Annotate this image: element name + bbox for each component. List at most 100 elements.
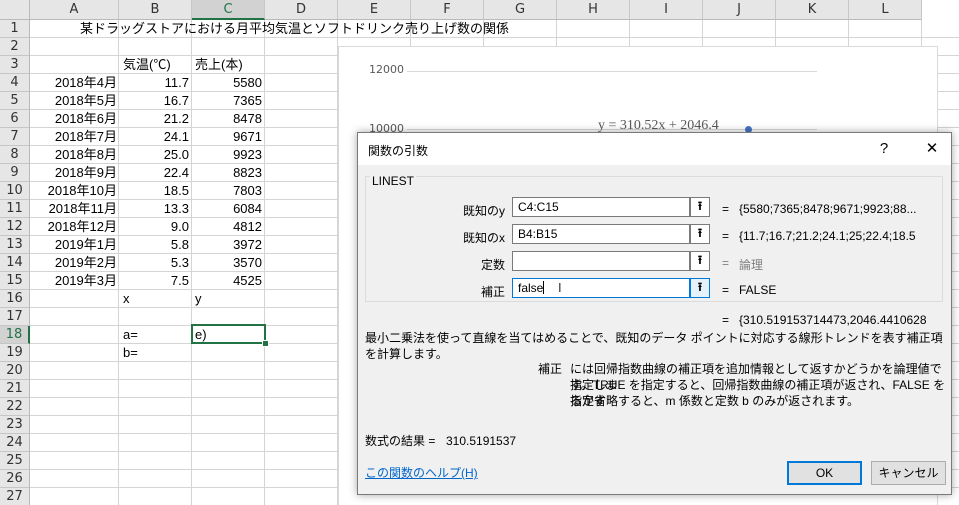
row-header-5[interactable]: 5	[0, 92, 30, 110]
row-header-27[interactable]: 27	[0, 488, 30, 505]
row-header-17[interactable]: 17	[0, 308, 30, 326]
temperature-cell[interactable]: 24.1	[119, 128, 189, 146]
sales-cell[interactable]: 4812	[192, 218, 262, 236]
known-x-input[interactable]: B4:B15	[512, 224, 690, 244]
row-header-6[interactable]: 6	[0, 110, 30, 128]
month-cell[interactable]: 2018年11月	[30, 200, 117, 218]
row-header-2[interactable]: 2	[0, 38, 30, 56]
row-header-20[interactable]: 20	[0, 362, 30, 380]
row-header-10[interactable]: 10	[0, 182, 30, 200]
row-header-9[interactable]: 9	[0, 164, 30, 182]
temperature-cell[interactable]: 5.3	[119, 254, 189, 272]
row-header-24[interactable]: 24	[0, 434, 30, 452]
sales-cell[interactable]: 3570	[192, 254, 262, 272]
sales-cell[interactable]: 7803	[192, 182, 262, 200]
row-header-13[interactable]: 13	[0, 236, 30, 254]
row-header-19[interactable]: 19	[0, 344, 30, 362]
select-all-corner[interactable]	[0, 0, 30, 20]
row-header-23[interactable]: 23	[0, 416, 30, 434]
collapse-dialog-icon[interactable]: ⭱	[690, 224, 710, 244]
temperature-cell[interactable]: 9.0	[119, 218, 189, 236]
month-cell[interactable]: 2018年10月	[30, 182, 117, 200]
column-header-b[interactable]: B	[119, 0, 192, 20]
column-header-d[interactable]: D	[265, 0, 338, 20]
sales-cell[interactable]: 4525	[192, 272, 262, 290]
column-header-k[interactable]: K	[776, 0, 849, 20]
sales-cell[interactable]: 8823	[192, 164, 262, 182]
const-input[interactable]	[512, 251, 690, 271]
help-icon[interactable]: ?	[870, 137, 898, 161]
label-a: a=	[123, 327, 138, 342]
arg-label-known-x: 既知のx	[462, 231, 505, 245]
dialog-titlebar[interactable]: 関数の引数 ? ✕	[358, 133, 951, 165]
month-cell[interactable]: 2019年2月	[30, 254, 117, 272]
column-header-h[interactable]: H	[557, 0, 630, 20]
column-header-f[interactable]: F	[411, 0, 484, 20]
temperature-cell[interactable]: 5.8	[119, 236, 189, 254]
function-help-link[interactable]: この関数のヘルプ(H)	[365, 465, 478, 481]
row-header-7[interactable]: 7	[0, 128, 30, 146]
month-cell[interactable]: 2018年8月	[30, 146, 117, 164]
month-cell[interactable]: 2018年12月	[30, 218, 117, 236]
row-header-15[interactable]: 15	[0, 272, 30, 290]
temperature-cell[interactable]: 18.5	[119, 182, 189, 200]
close-icon[interactable]: ✕	[918, 137, 946, 161]
column-header-e[interactable]: E	[338, 0, 411, 20]
column-header-a[interactable]: A	[30, 0, 119, 20]
sales-cell[interactable]: 9671	[192, 128, 262, 146]
row-header-16[interactable]: 16	[0, 290, 30, 308]
column-header-l[interactable]: L	[849, 0, 922, 20]
column-header-c[interactable]: C	[192, 0, 265, 20]
param-name: 補正	[538, 362, 563, 376]
active-cell-c18[interactable]: e)	[191, 324, 266, 344]
month-cell[interactable]: 2018年9月	[30, 164, 117, 182]
fill-handle[interactable]	[262, 340, 269, 347]
row-header-1[interactable]: 1	[0, 20, 30, 38]
temperature-cell[interactable]: 13.3	[119, 200, 189, 218]
known-y-input[interactable]: C4:C15	[512, 197, 690, 217]
row-header-12[interactable]: 12	[0, 218, 30, 236]
row-header-8[interactable]: 8	[0, 146, 30, 164]
temperature-cell[interactable]: 11.7	[119, 74, 189, 92]
row-header-4[interactable]: 4	[0, 74, 30, 92]
collapse-dialog-icon[interactable]: ⭱	[690, 197, 710, 217]
column-header-i[interactable]: I	[630, 0, 703, 20]
collapse-dialog-icon[interactable]: ⭱	[690, 278, 710, 298]
row-header-26[interactable]: 26	[0, 470, 30, 488]
month-cell[interactable]: 2018年6月	[30, 110, 117, 128]
sales-cell[interactable]: 6084	[192, 200, 262, 218]
temperature-cell[interactable]: 22.4	[119, 164, 189, 182]
row-header-25[interactable]: 25	[0, 452, 30, 470]
column-header-g[interactable]: G	[484, 0, 557, 20]
sheet-title: 某ドラッグストアにおける月平均気温とソフトドリンク売り上げ数の関係	[80, 21, 510, 36]
row-header-21[interactable]: 21	[0, 380, 30, 398]
label-x: x	[123, 291, 130, 306]
cancel-button[interactable]: キャンセル	[871, 461, 946, 485]
sales-cell[interactable]: 5580	[192, 74, 262, 92]
row-header-22[interactable]: 22	[0, 398, 30, 416]
temperature-cell[interactable]: 25.0	[119, 146, 189, 164]
sales-cell[interactable]: 7365	[192, 92, 262, 110]
month-cell[interactable]: 2018年4月	[30, 74, 117, 92]
temperature-cell[interactable]: 16.7	[119, 92, 189, 110]
label-b: b=	[123, 345, 138, 360]
row-header-14[interactable]: 14	[0, 254, 30, 272]
month-cell[interactable]: 2018年7月	[30, 128, 117, 146]
equals-sign: =	[722, 283, 730, 297]
month-cell[interactable]: 2019年3月	[30, 272, 117, 290]
temperature-cell[interactable]: 21.2	[119, 110, 189, 128]
equals-sign: =	[722, 229, 730, 243]
ok-button[interactable]: OK	[787, 461, 862, 485]
sales-cell[interactable]: 3972	[192, 236, 262, 254]
sales-cell[interactable]: 8478	[192, 110, 262, 128]
row-header-11[interactable]: 11	[0, 200, 30, 218]
sales-cell[interactable]: 9923	[192, 146, 262, 164]
month-cell[interactable]: 2019年1月	[30, 236, 117, 254]
collapse-dialog-icon[interactable]: ⭱	[690, 251, 710, 271]
stats-input[interactable]: false I	[512, 278, 690, 298]
row-header-18[interactable]: 18	[0, 326, 30, 344]
month-cell[interactable]: 2018年5月	[30, 92, 117, 110]
column-header-j[interactable]: J	[703, 0, 776, 20]
row-header-3[interactable]: 3	[0, 56, 30, 74]
temperature-cell[interactable]: 7.5	[119, 272, 189, 290]
